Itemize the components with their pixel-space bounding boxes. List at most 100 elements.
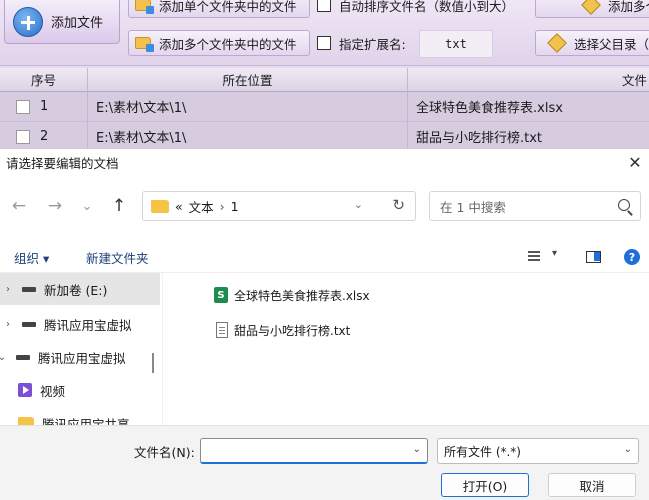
table-row[interactable]: 1 E:\素材\文本\1\ 全球特色美食推荐表.xlsx (0, 92, 649, 122)
add-multi-folder-label: 添加多个文件夹中的文件 (159, 36, 297, 52)
row-location: E:\素材\文本\1\ (88, 92, 408, 121)
breadcrumb-part[interactable]: 1 (231, 199, 239, 214)
up-arrow-icon[interactable]: ↑ (106, 193, 132, 219)
chevron-down-icon[interactable]: ⌄ (624, 444, 632, 455)
column-header-index[interactable]: 序号 (0, 68, 88, 91)
dialog-title: 请选择要编辑的文档 (6, 155, 119, 171)
row-checkbox[interactable] (16, 129, 30, 144)
nav-item-tencent-shared[interactable]: 腾讯应用宝共享 (18, 407, 162, 425)
forward-arrow-icon[interactable]: → (42, 193, 68, 219)
video-icon (18, 383, 32, 397)
filename-input[interactable]: ⌄ (200, 438, 428, 464)
nav-item-drive-e[interactable]: › 新加卷 (E:) (0, 273, 160, 305)
search-icon[interactable] (618, 199, 630, 211)
recent-locations-chevron-icon[interactable]: ⌄ (74, 193, 100, 219)
table-row[interactable]: 2 E:\素材\文本\1\ 甜品与小吃排行榜.txt (0, 122, 649, 148)
column-header-file[interactable]: 文件 (408, 68, 649, 91)
nav-item-label: 视频 (40, 383, 66, 399)
search-placeholder: 在 1 中搜索 (440, 199, 506, 215)
search-input[interactable]: 在 1 中搜索 (429, 191, 641, 221)
nav-item-tencent-virtual-2[interactable]: ⌄ 腾讯应用宝虚拟 (0, 341, 154, 373)
add-multi-button[interactable]: 添加多个 (535, 0, 649, 18)
column-header-location[interactable]: 所在位置 (88, 68, 408, 91)
row-index: 2 (40, 129, 49, 144)
address-overflow[interactable]: « (175, 199, 183, 214)
xlsx-icon: S (214, 287, 228, 303)
row-index: 1 (40, 99, 49, 114)
choose-parent-label: 选择父目录（ (574, 36, 649, 52)
tag-icon (547, 33, 567, 53)
help-icon[interactable]: ? (624, 249, 640, 265)
command-bar: 组织 ▾ 新建文件夹 ▾ ? (0, 241, 649, 273)
nav-pane-scrollbar[interactable] (152, 353, 154, 373)
ext-label: 指定扩展名: (339, 36, 406, 52)
add-single-folder-label: 添加单个文件夹中的文件 (159, 0, 297, 14)
tag-icon (581, 0, 601, 15)
txt-icon (216, 322, 228, 338)
chevron-down-icon[interactable]: ⌄ (413, 444, 421, 455)
file-type-value: 所有文件 (*.*) (444, 444, 521, 459)
breadcrumb-part[interactable]: 文本 (189, 197, 214, 216)
nav-item-label: 腾讯应用宝虚拟 (44, 317, 132, 333)
nav-item-label: 腾讯应用宝虚拟 (38, 350, 126, 366)
row-file: 全球特色美食推荐表.xlsx (416, 101, 563, 116)
chevron-down-icon[interactable]: ⌄ (354, 198, 363, 211)
organize-menu[interactable]: 组织 ▾ (14, 247, 49, 267)
open-button[interactable]: 打开(O) (441, 473, 529, 497)
row-file: 甜品与小吃排行榜.txt (416, 131, 543, 146)
preview-pane-icon[interactable] (586, 251, 601, 263)
file-name: 甜品与小吃排行榜.txt (234, 323, 351, 338)
address-bar[interactable]: « 文本 › 1 ⌄ ↻ (142, 191, 416, 221)
choose-parent-button[interactable]: 选择父目录（ (535, 30, 649, 56)
dialog-footer: 文件名(N): ⌄ 所有文件 (*.*) ⌄ 打开(O) 取消 (0, 425, 649, 500)
chevron-down-icon[interactable]: ⌄ (0, 352, 10, 363)
file-item-txt[interactable]: 甜品与小吃排行榜.txt (216, 319, 350, 341)
ext-checkbox[interactable]: 指定扩展名: (311, 30, 419, 56)
breadcrumb-separator: › (219, 198, 225, 214)
grid-header: 序号 所在位置 文件 (0, 68, 649, 92)
folder-icon (18, 417, 34, 425)
row-checkbox[interactable] (16, 99, 30, 114)
new-folder-button[interactable]: 新建文件夹 (86, 247, 149, 267)
navigation-bar: ← → ⌄ ↑ « 文本 › 1 ⌄ ↻ 在 1 中搜索 (0, 187, 649, 225)
folder-add-icon (135, 0, 154, 14)
extension-input[interactable]: txt (419, 30, 493, 58)
open-file-dialog: 请选择要编辑的文档 ✕ ← → ⌄ ↑ « 文本 › 1 ⌄ ↻ 在 1 中搜索… (0, 148, 649, 500)
chevron-right-icon[interactable]: › (0, 284, 16, 295)
checkbox-icon (317, 0, 331, 12)
add-single-folder-button[interactable]: 添加单个文件夹中的文件 (128, 0, 310, 18)
cancel-button[interactable]: 取消 (548, 473, 636, 497)
file-name: 全球特色美食推荐表.xlsx (234, 288, 370, 303)
row-index-cell: 2 (0, 122, 88, 148)
nav-item-label: 腾讯应用宝共享 (42, 416, 130, 426)
checkbox-icon (317, 36, 331, 50)
back-arrow-icon[interactable]: ← (6, 193, 32, 219)
folder-add-icon (135, 37, 154, 52)
refresh-icon[interactable]: ↻ (392, 196, 405, 214)
auto-sort-label: 自动排序文件名（数值小到大） (339, 0, 515, 14)
folder-icon (151, 199, 169, 213)
add-multi-partial-label: 添加多个 (608, 0, 649, 14)
background-app-window: 添加文件 添加单个文件夹中的文件 添加多个文件夹中的文件 自动排序文件名（数值小… (0, 0, 649, 148)
nav-item-video[interactable]: 视频 (18, 374, 162, 406)
row-index-cell: 1 (0, 92, 88, 121)
view-options-icon[interactable] (528, 251, 540, 261)
file-item-xlsx[interactable]: S 全球特色美食推荐表.xlsx (214, 284, 370, 306)
filename-label: 文件名(N): (134, 445, 195, 460)
nav-item-tencent-virtual-1[interactable]: › 腾讯应用宝虚拟 (0, 308, 160, 340)
file-grid: 序号 所在位置 文件 1 E:\素材\文本\1\ 全球特色美食推荐表.xlsx … (0, 68, 649, 148)
row-location: E:\素材\文本\1\ (88, 122, 408, 148)
chevron-right-icon[interactable]: › (0, 319, 16, 330)
app-toolbar: 添加文件 添加单个文件夹中的文件 添加多个文件夹中的文件 自动排序文件名（数值小… (0, 0, 649, 66)
navigation-pane: › 新加卷 (E:) › 腾讯应用宝虚拟 ⌄ 腾讯应用宝虚拟 视频 腾讯应用宝共… (0, 273, 162, 425)
close-icon[interactable]: ✕ (621, 149, 649, 175)
drive-icon (16, 354, 30, 360)
add-circle-icon (13, 6, 43, 37)
auto-sort-checkbox[interactable]: 自动排序文件名（数值小到大） (311, 0, 531, 18)
drive-icon (22, 321, 36, 327)
file-type-select[interactable]: 所有文件 (*.*) ⌄ (437, 438, 639, 464)
add-file-button[interactable]: 添加文件 (4, 0, 120, 44)
drive-icon (22, 286, 36, 292)
add-multi-folder-button[interactable]: 添加多个文件夹中的文件 (128, 30, 310, 56)
view-dropdown-icon[interactable]: ▾ (552, 248, 557, 259)
